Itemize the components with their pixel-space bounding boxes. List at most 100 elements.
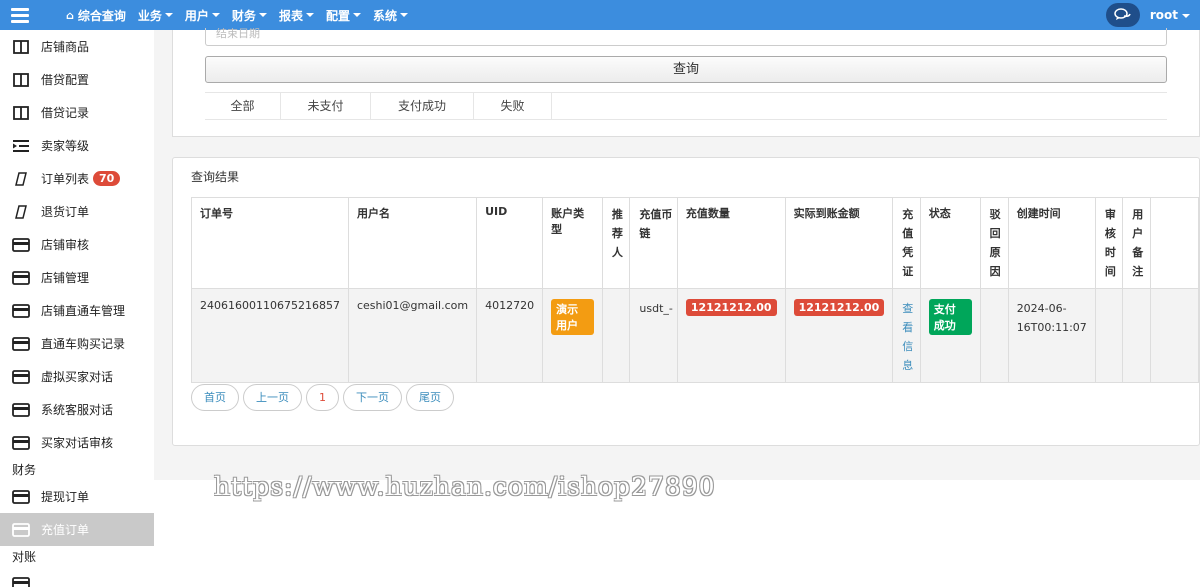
credit-card-icon — [12, 237, 30, 252]
cell-status: 支付成功 — [919, 288, 981, 383]
user-menu[interactable]: root — [1150, 8, 1190, 22]
last-page-button[interactable]: 尾页 — [406, 384, 454, 411]
col-created-at: 创建时间 — [1007, 197, 1096, 289]
cell-user-note — [1122, 288, 1152, 383]
credit-card-icon — [12, 402, 30, 417]
results-title: 查询结果 — [191, 170, 240, 184]
cell-reviewed-at — [1094, 288, 1124, 383]
credit-card-icon — [12, 369, 30, 384]
sidebar-item-partial[interactable] — [0, 567, 154, 587]
nav-system[interactable]: 系统 — [373, 7, 408, 24]
col-chain: 充值币链 — [629, 197, 678, 289]
col-referrer: 推荐人 — [601, 197, 631, 289]
nav-finance[interactable]: 财务 — [232, 7, 267, 24]
cell-amount: 12121212.00 — [676, 288, 786, 383]
first-page-button[interactable]: 首页 — [191, 384, 239, 411]
sidebar-item-loan-records[interactable]: 借贷记录 — [0, 96, 154, 129]
credit-card-icon — [12, 576, 30, 587]
col-amount: 充值数量 — [676, 197, 786, 289]
home-icon: ⌂ — [66, 8, 74, 22]
next-page-button[interactable]: 下一页 — [343, 384, 402, 411]
results-table: 订单号 用户名 UID 账户类型 推荐人 充值币链 充值数量 实际到账金额 充值… — [191, 197, 1199, 383]
cell-reject-reason — [979, 288, 1009, 383]
col-reject-reason: 驳回原因 — [979, 197, 1009, 289]
tab-all[interactable]: 全部 — [205, 93, 281, 120]
sidebar-item-shop-review[interactable]: 店铺审核 — [0, 228, 154, 261]
col-status: 状态 — [919, 197, 981, 289]
credit-card-icon — [12, 270, 30, 285]
cell-referrer — [601, 288, 631, 383]
end-date-input[interactable]: 结束日期 — [205, 28, 1167, 46]
sidebar-item-loan-config[interactable]: 借贷配置 — [0, 63, 154, 96]
col-uid: UID — [476, 197, 544, 289]
cell-order-no: 24061600110675216857 — [191, 288, 349, 383]
amount-badge: 12121212.00 — [685, 299, 777, 316]
tab-paid[interactable]: 支付成功 — [371, 93, 474, 120]
results-panel: 查询结果 订单号 用户名 UID 账户类型 推荐人 充值币链 充值数量 实际到账… — [172, 157, 1200, 446]
col-actual-amount: 实际到账金额 — [784, 197, 894, 289]
account-type-badge: 演示用户 — [551, 299, 594, 335]
nav-business[interactable]: 业务 — [138, 7, 173, 24]
sidebar-group-finance: 财务 — [12, 463, 37, 477]
col-account-type: 账户类型 — [542, 197, 603, 289]
tab-unpaid[interactable]: 未支付 — [281, 93, 371, 120]
credit-card-icon — [12, 336, 30, 351]
cell-account-type: 演示用户 — [542, 288, 603, 383]
col-user-note: 用户备注 — [1122, 197, 1152, 289]
query-button[interactable]: 查询 — [205, 56, 1167, 83]
col-username: 用户名 — [347, 197, 478, 289]
sidebar-item-support-chat[interactable]: 系统客服对话 — [0, 393, 154, 426]
sidebar-item-shop-express[interactable]: 店铺直通车管理 — [0, 294, 154, 327]
nav-users[interactable]: 用户 — [185, 7, 220, 24]
credit-card-icon — [12, 522, 30, 537]
credit-card-icon — [12, 435, 30, 450]
pagination: 首页 上一页 1 下一页 尾页 — [191, 384, 458, 411]
cell-chain: usdt_- — [629, 288, 678, 383]
chat-icon[interactable] — [1105, 3, 1140, 27]
cell-uid: 4012720 — [476, 288, 544, 383]
sidebar-item-shop-manage[interactable]: 店铺管理 — [0, 261, 154, 294]
columns-icon — [12, 39, 30, 54]
sidebar-item-shop-products[interactable]: 店铺商品 — [0, 30, 154, 63]
sidebar-item-buyer-chat-review[interactable]: 买家对话审核 — [0, 426, 154, 459]
actual-amount-badge: 12121212.00 — [793, 299, 885, 316]
sidebar-item-seller-level[interactable]: 卖家等级 — [0, 129, 154, 162]
columns-icon — [12, 72, 30, 87]
columns-icon — [12, 105, 30, 120]
sidebar-item-virtual-buyer-chat[interactable]: 虚拟买家对话 — [0, 360, 154, 393]
filter-panel: 结束日期 查询 全部 未支付 支付成功 失败 — [172, 28, 1200, 137]
cell-actual-amount: 12121212.00 — [784, 288, 894, 383]
col-voucher: 充值凭证 — [892, 197, 921, 289]
sidebar-item-recharge-orders[interactable]: 充值订单 — [0, 513, 154, 546]
prev-page-button[interactable]: 上一页 — [243, 384, 302, 411]
nav-config[interactable]: 配置 — [326, 7, 361, 24]
file-icon — [12, 171, 30, 186]
main-content: 结束日期 查询 全部 未支付 支付成功 失败 查询结果 订单号 用户名 UID … — [154, 28, 1200, 587]
order-count-badge: 70 — [93, 171, 121, 186]
caret-down-icon — [305, 13, 314, 17]
caret-down-icon — [399, 13, 408, 17]
cell-created-at: 2024-06-16T00:11:07 — [1007, 288, 1096, 383]
nav-reports[interactable]: 报表 — [279, 7, 314, 24]
col-order-no: 订单号 — [191, 197, 349, 289]
caret-down-icon — [164, 13, 173, 17]
col-reviewed-at: 审核时间 — [1094, 197, 1124, 289]
sidebar-item-express-purchases[interactable]: 直通车购买记录 — [0, 327, 154, 360]
sidebar-item-return-orders[interactable]: 退货订单 — [0, 195, 154, 228]
sidebar-group-reconcile: 对账 — [12, 550, 37, 564]
credit-card-icon — [12, 303, 30, 318]
sidebar-item-withdraw-orders[interactable]: 提现订单 — [0, 480, 154, 513]
caret-down-icon — [352, 13, 361, 17]
view-info-link[interactable]: 查看信息 — [902, 302, 913, 372]
table-row: 24061600110675216857 ceshi01@gmail.com 4… — [191, 288, 1199, 383]
top-nav: ⌂ 综合查询 业务 用户 财务 报表 配置 系统 — [66, 0, 420, 30]
watermark-text: https://www.huzhan.com/ishop27890 — [214, 472, 716, 501]
current-page-button[interactable]: 1 — [306, 384, 339, 411]
nav-home[interactable]: ⌂ 综合查询 — [66, 7, 126, 24]
status-badge: 支付成功 — [928, 299, 972, 335]
indent-icon — [12, 139, 30, 153]
caret-down-icon — [258, 13, 267, 17]
menu-toggle-icon[interactable] — [0, 0, 40, 30]
sidebar-item-order-list[interactable]: 订单列表 70 — [0, 162, 154, 195]
tab-failed[interactable]: 失败 — [474, 93, 552, 120]
